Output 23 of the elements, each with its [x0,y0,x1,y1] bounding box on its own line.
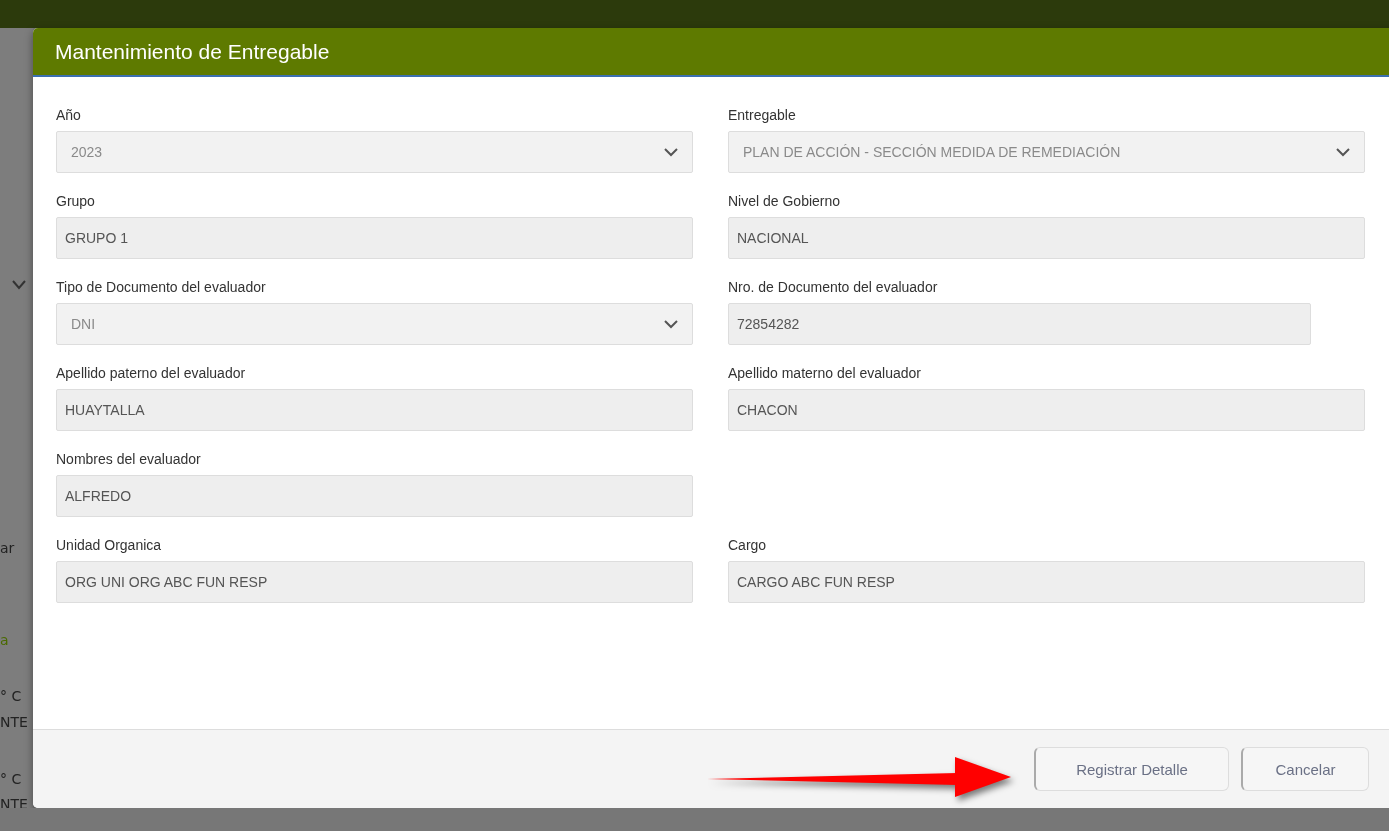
field-label: Grupo [56,193,96,209]
background-text: ar [0,540,15,556]
field-label: Nombres del evaluador [56,451,202,467]
chevron-down-icon [664,319,678,329]
field-label: Apellido materno del evaluador [728,365,922,381]
chevron-down-icon [664,147,678,157]
field-label: Nivel de Gobierno [728,193,842,209]
field-label: Año [56,107,82,123]
chevron-down-icon [1336,147,1350,157]
field-label: Tipo de Documento del evaluador [56,279,267,295]
cancel-button[interactable]: Cancelar [1241,747,1369,791]
dialog-title: Mantenimiento de Entregable [55,39,330,64]
background-text: ° C [0,688,22,704]
field-label: Nro. de Documento del evaluador [728,279,939,295]
register-button[interactable]: Registrar Detalle [1034,747,1229,791]
background-text: NTE [0,714,28,730]
chevron-icon [12,280,26,290]
background-text: ° C [0,771,22,787]
field-label: Entregable [728,107,797,123]
field-label: Apellido paterno del evaluador [56,365,247,381]
field-label: Unidad Organica [56,537,163,553]
field-label: Cargo [728,537,768,553]
background-text: a [0,632,9,648]
